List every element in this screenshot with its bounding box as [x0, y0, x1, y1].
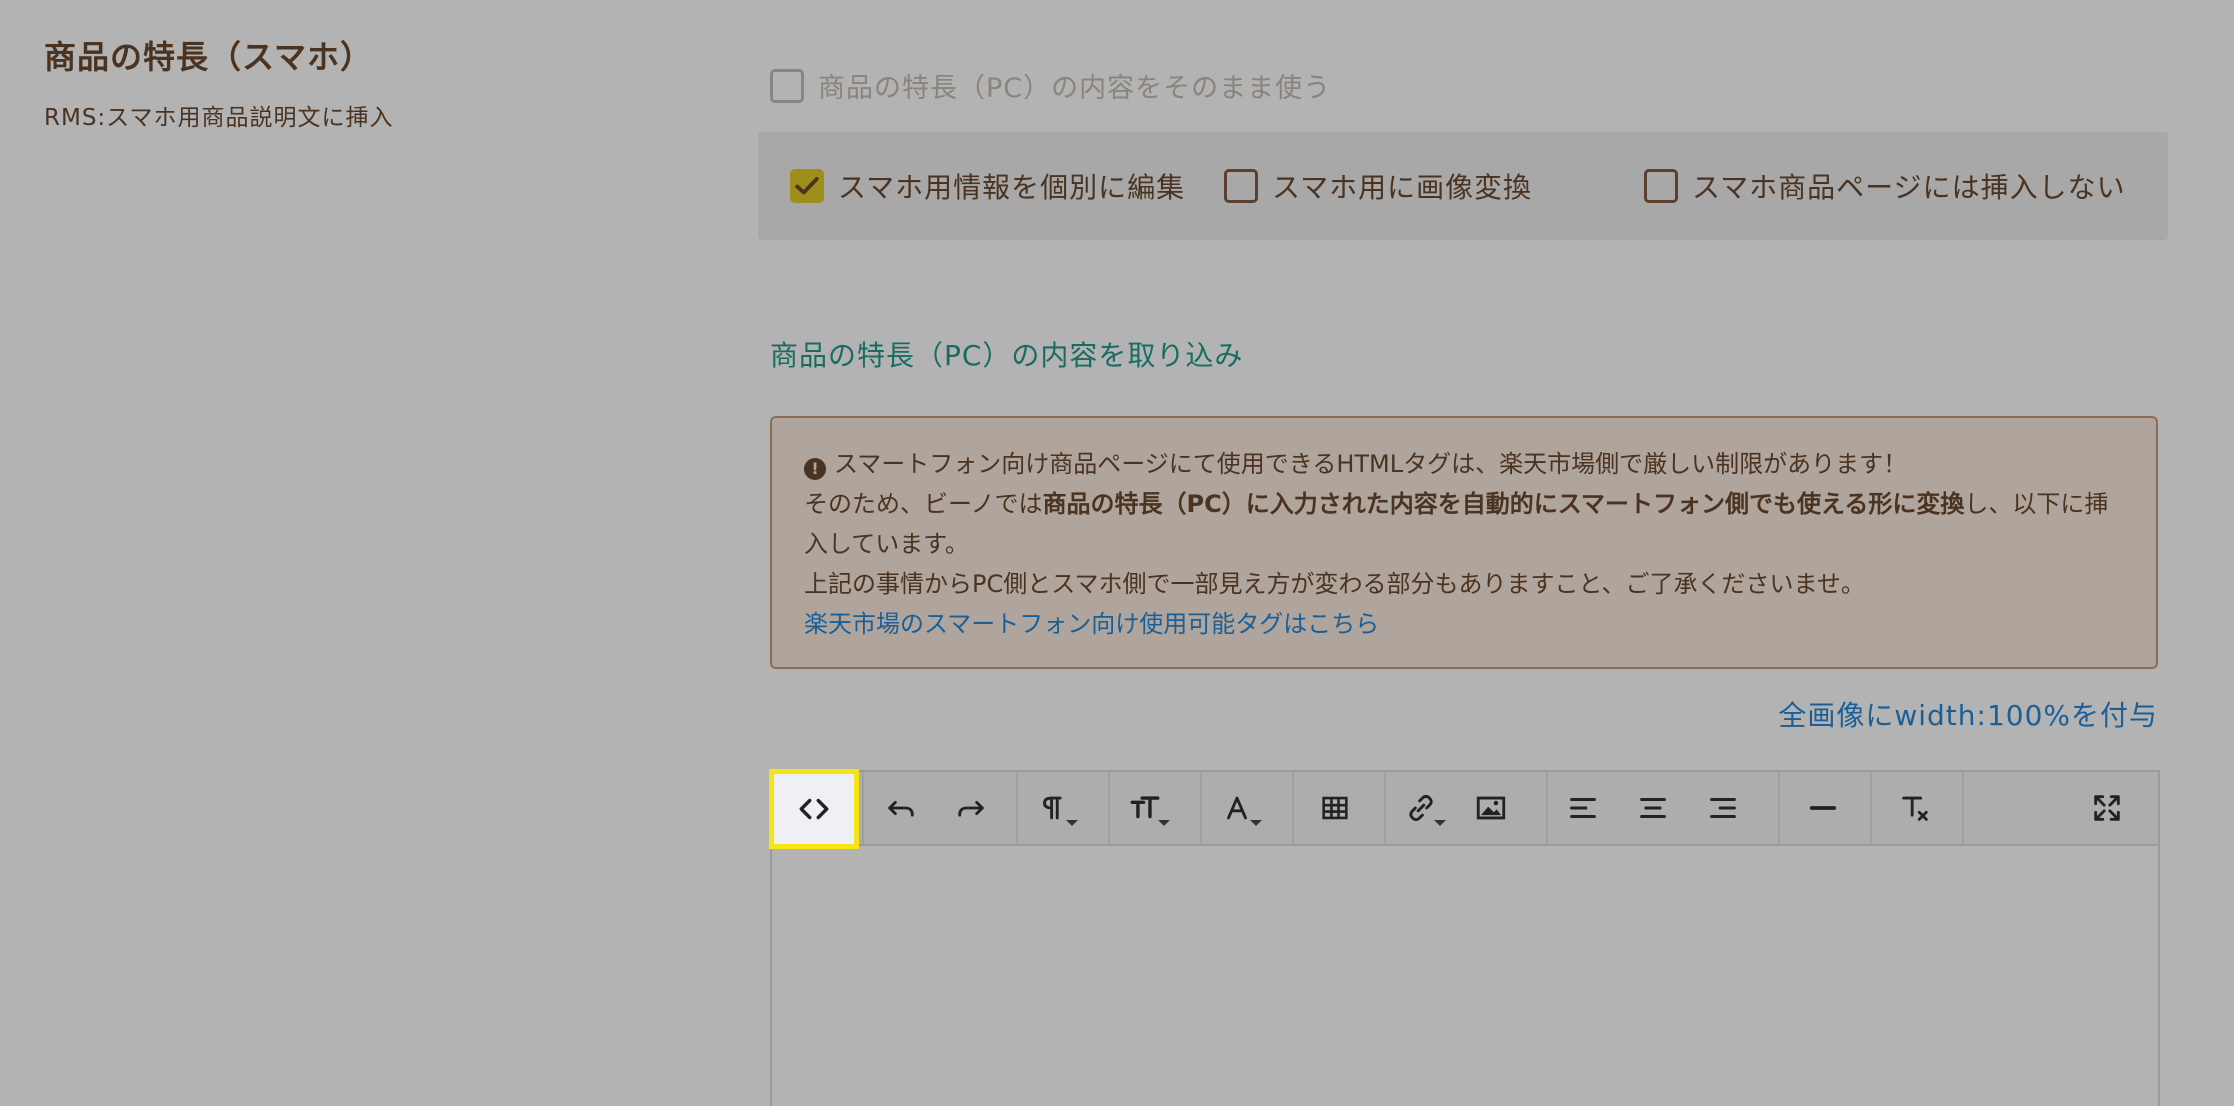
- import-pc-content-link[interactable]: 商品の特長（PC）の内容を取り込み: [770, 334, 1243, 374]
- add-width-100-link[interactable]: 全画像にwidth:100%を付与: [1778, 694, 2158, 734]
- right-column: 商品の特長（PC）の内容をそのまま使う スマホ用情報を個別に編集 スマホ用に画像…: [758, 0, 2168, 1106]
- clear-format-button[interactable]: [1880, 772, 1950, 844]
- align-right-icon: [1710, 797, 1736, 819]
- section-title: 商品の特長（スマホ）: [44, 38, 374, 76]
- undo-button[interactable]: [866, 772, 936, 844]
- usable-tags-link[interactable]: 楽天市場のスマートフォン向け使用可能タグはこちら: [804, 604, 2126, 644]
- convert-images-option[interactable]: スマホ用に画像変換: [1224, 166, 1644, 206]
- editor-content-area[interactable]: [772, 846, 2158, 1106]
- align-right-button[interactable]: [1688, 772, 1758, 844]
- align-left-button[interactable]: [1548, 772, 1618, 844]
- convert-images-label: スマホ用に画像変換: [1272, 171, 1533, 204]
- edit-individually-label: スマホ用情報を個別に編集: [838, 171, 1186, 204]
- insert-image-button[interactable]: [1456, 772, 1526, 844]
- left-column: 商品の特長（スマホ） RMS:スマホ用商品説明文に挿入: [44, 32, 684, 132]
- chevron-down-icon: [1066, 820, 1078, 826]
- undo-icon: [888, 800, 914, 817]
- editor-toolbar: [769, 769, 2158, 849]
- notice-box: ! スマートフォン向け商品ページにて使用できるHTMLタグは、楽天市場側で厳しい制…: [770, 416, 2158, 669]
- use-pc-content-option[interactable]: 商品の特長（PC）の内容をそのまま使う: [770, 66, 1331, 105]
- rich-text-editor: [769, 769, 2160, 1106]
- toolbar-separator: [1870, 772, 1872, 844]
- toolbar-separator: [1292, 772, 1294, 844]
- font-color-icon: [1227, 796, 1247, 820]
- align-center-button[interactable]: [1618, 772, 1688, 844]
- notice-line-3: 上記の事情からPC側とスマホ側で一部見え方が変わる部分もありますこと、ご了承くだ…: [804, 570, 1865, 598]
- paragraph-icon: [1043, 796, 1062, 820]
- fullscreen-icon: [2094, 795, 2120, 821]
- use-pc-content-label: 商品の特長（PC）の内容をそのまま使う: [818, 73, 1332, 104]
- chevron-down-icon: [1250, 820, 1262, 826]
- clear-format-icon: [1902, 796, 1928, 821]
- do-not-insert-checkbox[interactable]: [1644, 169, 1678, 203]
- fullscreen-button[interactable]: [2072, 772, 2142, 844]
- table-icon: [1322, 796, 1348, 820]
- paragraph-format-button[interactable]: [1018, 772, 1088, 844]
- horizontal-rule-button[interactable]: [1788, 772, 1858, 844]
- insert-link-button[interactable]: [1386, 772, 1456, 844]
- code-icon: [799, 798, 829, 820]
- chevron-down-icon: [1434, 820, 1446, 826]
- smartphone-options-panel: スマホ用情報を個別に編集 スマホ用に画像変換 スマホ商品ページには挿入しない: [758, 132, 2168, 240]
- notice-line-2-pre: そのため、ビーノでは: [804, 490, 1043, 518]
- use-pc-content-checkbox[interactable]: [770, 68, 804, 103]
- toolbar-separator: [862, 772, 864, 844]
- link-icon: [1409, 794, 1433, 822]
- edit-individually-checkbox[interactable]: [790, 169, 824, 203]
- align-center-icon: [1640, 797, 1666, 819]
- redo-button[interactable]: [936, 772, 1006, 844]
- section-subtitle: RMS:スマホ用商品説明文に挿入: [44, 105, 394, 131]
- redo-icon: [958, 800, 984, 817]
- font-color-button[interactable]: [1202, 772, 1272, 844]
- notice-line-2-bold: 商品の特長（PC）に入力された内容を自動的にスマートフォン側でも使える形に変換: [1042, 490, 1965, 518]
- image-icon: [1476, 796, 1506, 820]
- notice-line-1-text: スマートフォン向け商品ページにて使用できるHTMLタグは、楽天市場側で厳しい制限…: [834, 450, 1908, 478]
- toolbar-separator: [1962, 772, 1964, 844]
- chevron-down-icon: [1158, 820, 1170, 826]
- notice-line-1: ! スマートフォン向け商品ページにて使用できるHTMLタグは、楽天市場側で厳しい制…: [804, 444, 2126, 484]
- horizontal-line-icon: [1809, 806, 1837, 810]
- checkmark-icon: [795, 177, 819, 195]
- notice-line-2: そのため、ビーノでは商品の特長（PC）に入力された内容を自動的にスマートフォン側…: [804, 484, 2126, 564]
- font-size-icon: [1130, 796, 1160, 819]
- align-left-icon: [1570, 797, 1596, 819]
- do-not-insert-option[interactable]: スマホ商品ページには挿入しない: [1644, 166, 2126, 206]
- code-view-button[interactable]: [769, 769, 859, 849]
- do-not-insert-label: スマホ商品ページには挿入しない: [1692, 171, 2126, 204]
- toolbar-separator: [1778, 772, 1780, 844]
- insert-table-button[interactable]: [1300, 772, 1370, 844]
- edit-individually-option[interactable]: スマホ用情報を個別に編集: [790, 166, 1224, 206]
- font-size-button[interactable]: [1110, 772, 1180, 844]
- exclamation-icon: !: [804, 458, 826, 480]
- convert-images-checkbox[interactable]: [1224, 169, 1258, 203]
